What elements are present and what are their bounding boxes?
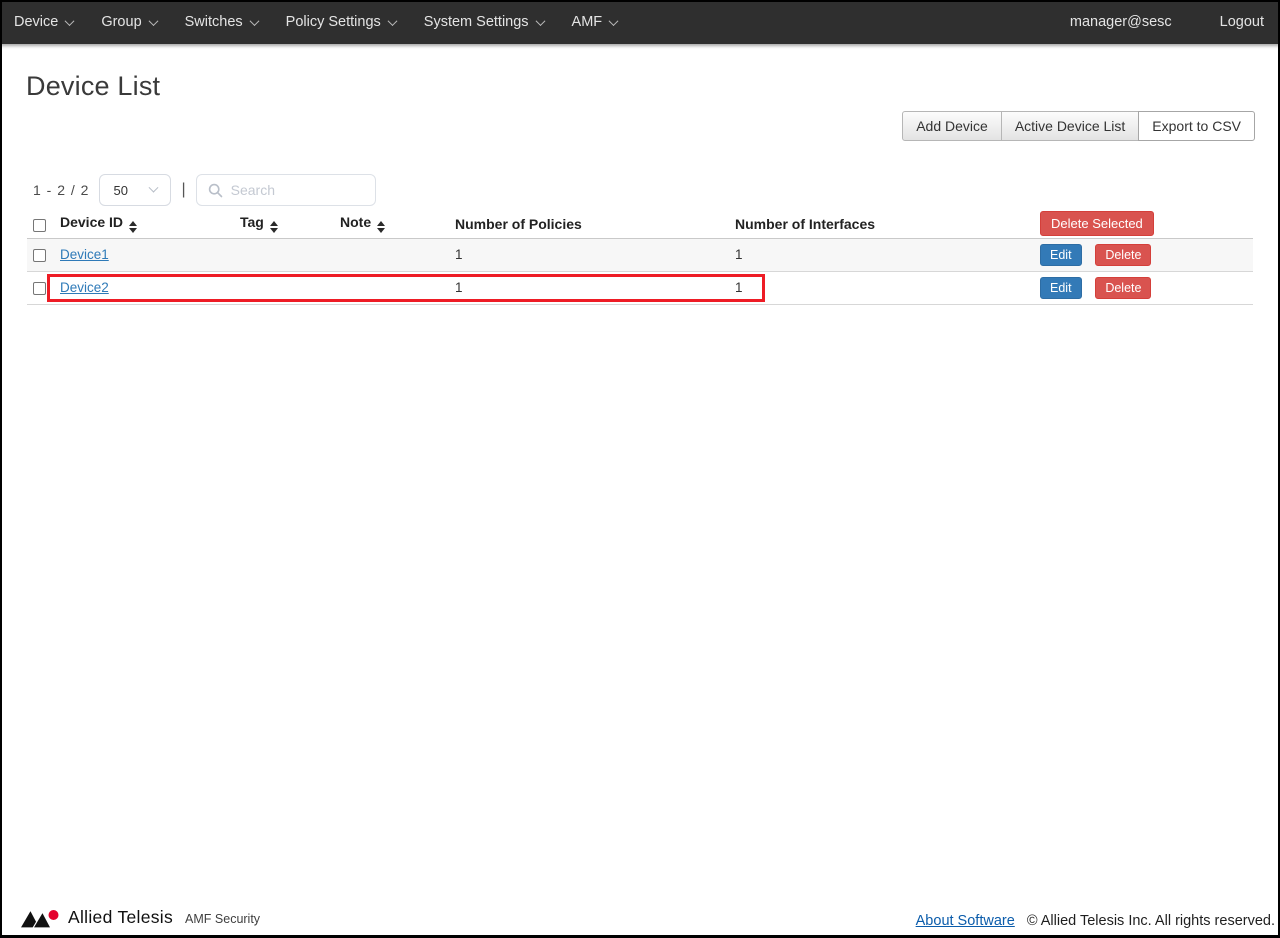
- sort-icon: [377, 221, 386, 234]
- row-checkbox[interactable]: [33, 248, 46, 262]
- nav-menu-group[interactable]: Group: [87, 0, 170, 44]
- logout-button[interactable]: Logout: [1220, 14, 1264, 30]
- chevron-down-icon: [608, 15, 619, 26]
- chevron-down-icon: [148, 15, 159, 26]
- app-window: Device Group Switches Policy Settings Sy…: [0, 0, 1280, 938]
- delete-button[interactable]: Delete: [1095, 276, 1152, 299]
- brand-name: Allied Telesis: [68, 907, 174, 927]
- search-box: [195, 174, 376, 206]
- controls-separator: |: [181, 181, 186, 198]
- pagination-range: 1 - 2 / 2: [33, 182, 90, 198]
- table-row-device2: Device2 1 1 Edit Delete: [27, 271, 1253, 304]
- allied-telesis-logo-icon: [18, 908, 59, 929]
- cell-tag: [240, 271, 340, 304]
- cell-note: [340, 238, 455, 271]
- toolbar-button-group: Add Device Active Device List Export to …: [902, 111, 1255, 141]
- footer-right: About Software © Allied Telesis Inc. All…: [916, 913, 1275, 929]
- delete-button[interactable]: Delete: [1095, 243, 1152, 266]
- cell-interfaces: 1: [735, 247, 743, 262]
- list-controls: 1 - 2 / 2 50 |: [33, 174, 376, 206]
- cell-policies: 1: [455, 280, 463, 295]
- page-size-select[interactable]: 50: [99, 174, 172, 206]
- footer-brand: Allied Telesis AMF Security: [18, 907, 260, 930]
- cell-interfaces: 1: [735, 280, 743, 295]
- nav-menu-device[interactable]: Device: [0, 0, 87, 44]
- chevron-down-icon: [64, 15, 75, 26]
- delete-selected-button[interactable]: Delete Selected: [1040, 211, 1154, 237]
- sort-icon: [129, 221, 138, 234]
- edit-button[interactable]: Edit: [1040, 276, 1082, 299]
- active-device-list-button[interactable]: Active Device List: [1000, 111, 1140, 141]
- page-size-value: 50: [113, 182, 128, 198]
- nav-menu-policy-settings-label: Policy Settings: [285, 14, 381, 30]
- nav-menu-policy-settings[interactable]: Policy Settings: [272, 0, 410, 44]
- nav-menu-device-label: Device: [14, 14, 59, 30]
- about-software-link[interactable]: About Software: [916, 913, 1015, 929]
- select-all-checkbox[interactable]: [33, 218, 46, 232]
- column-header-tag[interactable]: Tag: [240, 210, 340, 238]
- sort-icon: [269, 221, 278, 234]
- search-input[interactable]: [230, 182, 361, 198]
- copyright-text: © Allied Telesis Inc. All rights reserve…: [1026, 913, 1275, 929]
- column-header-policies: Number of Policies: [455, 215, 582, 232]
- chevron-down-icon: [387, 15, 398, 26]
- chevron-down-icon: [535, 15, 545, 26]
- cell-note: [340, 271, 455, 304]
- product-name: AMF Security: [185, 912, 261, 926]
- cell-policies: 1: [455, 247, 463, 262]
- edit-button[interactable]: Edit: [1040, 243, 1082, 266]
- nav-menu-switches[interactable]: Switches: [171, 0, 272, 44]
- nav-menu-amf[interactable]: AMF: [558, 0, 632, 44]
- add-device-button[interactable]: Add Device: [902, 111, 1002, 141]
- cell-tag: [240, 238, 340, 271]
- row-checkbox[interactable]: [33, 281, 46, 295]
- column-header-interfaces: Number of Interfaces: [735, 215, 876, 232]
- table-row-device1: Device1 1 1 Edit Delete: [27, 238, 1253, 271]
- column-header-device-id[interactable]: Device ID: [60, 210, 240, 238]
- footer: Allied Telesis AMF Security About Softwa…: [0, 899, 1280, 935]
- search-icon: [208, 183, 222, 197]
- nav-menu-group-label: Group: [101, 14, 142, 30]
- logged-in-user: manager@sesc: [1069, 14, 1172, 30]
- device-link[interactable]: Device1: [60, 247, 109, 262]
- device-link[interactable]: Device2: [60, 280, 109, 295]
- device-table: Device ID Tag Note Number of Policies Nu…: [27, 210, 1253, 305]
- nav-menu-amf-label: AMF: [571, 14, 603, 30]
- nav-right: manager@sesc Logout: [1070, 14, 1264, 30]
- chevron-down-icon: [249, 15, 260, 26]
- nav-menu-system-settings-label: System Settings: [423, 14, 529, 30]
- nav-menus: Device Group Switches Policy Settings Sy…: [0, 0, 631, 44]
- chevron-down-icon: [149, 182, 159, 193]
- nav-menu-system-settings[interactable]: System Settings: [410, 0, 558, 44]
- export-to-csv-button[interactable]: Export to CSV: [1138, 111, 1255, 141]
- nav-menu-switches-label: Switches: [184, 14, 243, 30]
- table-header-row: Device ID Tag Note Number of Policies Nu…: [27, 210, 1253, 238]
- column-header-note[interactable]: Note: [340, 210, 455, 238]
- top-navbar: Device Group Switches Policy Settings Sy…: [0, 0, 1280, 44]
- page-title: Device List: [26, 71, 161, 101]
